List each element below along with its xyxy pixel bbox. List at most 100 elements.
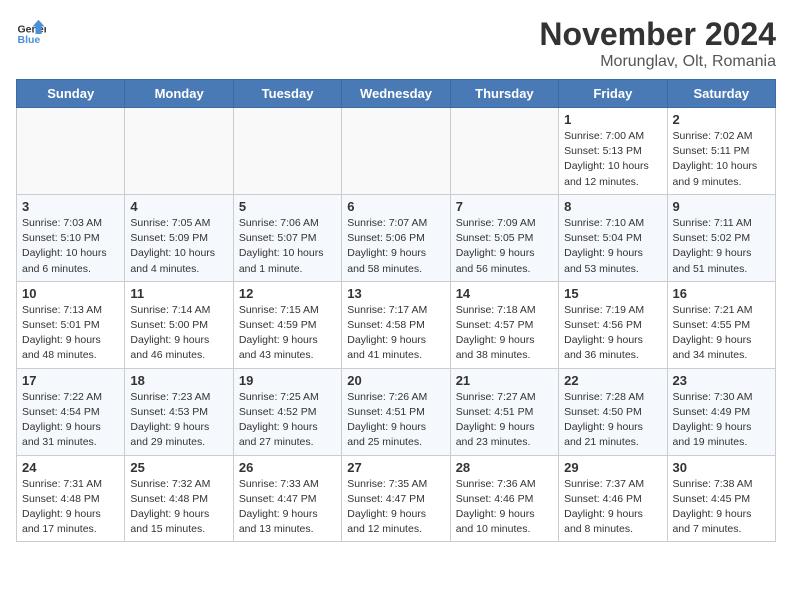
calendar-day-cell: 7 Sunrise: 7:09 AM Sunset: 5:05 PM Daylig…: [450, 194, 558, 281]
day-info: Sunrise: 7:07 AM Sunset: 5:06 PM Dayligh…: [347, 216, 444, 277]
day-info: Sunrise: 7:23 AM Sunset: 4:53 PM Dayligh…: [130, 390, 227, 451]
calendar-day-cell: 20 Sunrise: 7:26 AM Sunset: 4:51 PM Dayli…: [342, 368, 450, 455]
day-info: Sunrise: 7:11 AM Sunset: 5:02 PM Dayligh…: [673, 216, 770, 277]
day-info: Sunrise: 7:35 AM Sunset: 4:47 PM Dayligh…: [347, 477, 444, 538]
day-info: Sunrise: 7:05 AM Sunset: 5:09 PM Dayligh…: [130, 216, 227, 277]
weekday-header-row: SundayMondayTuesdayWednesdayThursdayFrid…: [17, 80, 776, 108]
day-info: Sunrise: 7:38 AM Sunset: 4:45 PM Dayligh…: [673, 477, 770, 538]
day-number: 15: [564, 286, 661, 301]
day-info: Sunrise: 7:31 AM Sunset: 4:48 PM Dayligh…: [22, 477, 119, 538]
calendar-day-cell: 17 Sunrise: 7:22 AM Sunset: 4:54 PM Dayli…: [17, 368, 125, 455]
day-info: Sunrise: 7:06 AM Sunset: 5:07 PM Dayligh…: [239, 216, 336, 277]
calendar-day-cell: 22 Sunrise: 7:28 AM Sunset: 4:50 PM Dayli…: [559, 368, 667, 455]
weekday-header: Sunday: [17, 80, 125, 108]
calendar-day-cell: 1Sunrise: 7:00 AM Sunset: 5:13 PM Daylig…: [559, 108, 667, 195]
day-info: Sunrise: 7:02 AM Sunset: 5:11 PM Dayligh…: [673, 129, 770, 190]
calendar-week-row: 3 Sunrise: 7:03 AM Sunset: 5:10 PM Daylig…: [17, 194, 776, 281]
day-info: Sunrise: 7:30 AM Sunset: 4:49 PM Dayligh…: [673, 390, 770, 451]
calendar-day-cell: 28 Sunrise: 7:36 AM Sunset: 4:46 PM Dayli…: [450, 455, 558, 542]
day-info: Sunrise: 7:15 AM Sunset: 4:59 PM Dayligh…: [239, 303, 336, 364]
day-number: 12: [239, 286, 336, 301]
calendar-week-row: 24 Sunrise: 7:31 AM Sunset: 4:48 PM Dayli…: [17, 455, 776, 542]
day-info: Sunrise: 7:19 AM Sunset: 4:56 PM Dayligh…: [564, 303, 661, 364]
calendar-day-cell: 12 Sunrise: 7:15 AM Sunset: 4:59 PM Dayli…: [233, 281, 341, 368]
weekday-header: Tuesday: [233, 80, 341, 108]
day-number: 30: [673, 460, 770, 475]
weekday-header: Wednesday: [342, 80, 450, 108]
day-info: Sunrise: 7:28 AM Sunset: 4:50 PM Dayligh…: [564, 390, 661, 451]
day-number: 9: [673, 199, 770, 214]
calendar-day-cell: [125, 108, 233, 195]
day-number: 24: [22, 460, 119, 475]
day-info: Sunrise: 7:17 AM Sunset: 4:58 PM Dayligh…: [347, 303, 444, 364]
calendar-day-cell: [342, 108, 450, 195]
day-info: Sunrise: 7:36 AM Sunset: 4:46 PM Dayligh…: [456, 477, 553, 538]
day-number: 6: [347, 199, 444, 214]
calendar-week-row: 1Sunrise: 7:00 AM Sunset: 5:13 PM Daylig…: [17, 108, 776, 195]
day-info: Sunrise: 7:32 AM Sunset: 4:48 PM Dayligh…: [130, 477, 227, 538]
day-number: 3: [22, 199, 119, 214]
calendar-day-cell: 18 Sunrise: 7:23 AM Sunset: 4:53 PM Dayli…: [125, 368, 233, 455]
calendar-day-cell: 10Sunrise: 7:13 AM Sunset: 5:01 PM Dayli…: [17, 281, 125, 368]
calendar-day-cell: 5Sunrise: 7:06 AM Sunset: 5:07 PM Daylig…: [233, 194, 341, 281]
calendar-day-cell: 8 Sunrise: 7:10 AM Sunset: 5:04 PM Daylig…: [559, 194, 667, 281]
day-number: 10: [22, 286, 119, 301]
calendar-day-cell: 30 Sunrise: 7:38 AM Sunset: 4:45 PM Dayli…: [667, 455, 775, 542]
weekday-header: Monday: [125, 80, 233, 108]
day-number: 11: [130, 286, 227, 301]
calendar-day-cell: 13Sunrise: 7:17 AM Sunset: 4:58 PM Dayli…: [342, 281, 450, 368]
calendar-day-cell: 9 Sunrise: 7:11 AM Sunset: 5:02 PM Daylig…: [667, 194, 775, 281]
day-number: 21: [456, 373, 553, 388]
calendar-day-cell: [233, 108, 341, 195]
day-info: Sunrise: 7:10 AM Sunset: 5:04 PM Dayligh…: [564, 216, 661, 277]
day-number: 25: [130, 460, 227, 475]
day-number: 27: [347, 460, 444, 475]
day-info: Sunrise: 7:21 AM Sunset: 4:55 PM Dayligh…: [673, 303, 770, 364]
day-number: 17: [22, 373, 119, 388]
day-info: Sunrise: 7:09 AM Sunset: 5:05 PM Dayligh…: [456, 216, 553, 277]
calendar-day-cell: 29 Sunrise: 7:37 AM Sunset: 4:46 PM Dayli…: [559, 455, 667, 542]
title-area: November 2024 Morunglav, Olt, Romania: [539, 16, 776, 71]
svg-text:Blue: Blue: [18, 34, 41, 46]
calendar-day-cell: [17, 108, 125, 195]
calendar-day-cell: 2Sunrise: 7:02 AM Sunset: 5:11 PM Daylig…: [667, 108, 775, 195]
weekday-header: Thursday: [450, 80, 558, 108]
day-number: 1: [564, 112, 661, 127]
day-info: Sunrise: 7:03 AM Sunset: 5:10 PM Dayligh…: [22, 216, 119, 277]
weekday-header: Saturday: [667, 80, 775, 108]
weekday-header: Friday: [559, 80, 667, 108]
calendar-day-cell: 11Sunrise: 7:14 AM Sunset: 5:00 PM Dayli…: [125, 281, 233, 368]
calendar-day-cell: 24 Sunrise: 7:31 AM Sunset: 4:48 PM Dayli…: [17, 455, 125, 542]
day-info: Sunrise: 7:27 AM Sunset: 4:51 PM Dayligh…: [456, 390, 553, 451]
day-info: Sunrise: 7:37 AM Sunset: 4:46 PM Dayligh…: [564, 477, 661, 538]
calendar-day-cell: 15 Sunrise: 7:19 AM Sunset: 4:56 PM Dayli…: [559, 281, 667, 368]
day-info: Sunrise: 7:26 AM Sunset: 4:51 PM Dayligh…: [347, 390, 444, 451]
month-title: November 2024: [539, 16, 776, 53]
day-number: 8: [564, 199, 661, 214]
calendar-day-cell: 23Sunrise: 7:30 AM Sunset: 4:49 PM Dayli…: [667, 368, 775, 455]
calendar-week-row: 10Sunrise: 7:13 AM Sunset: 5:01 PM Dayli…: [17, 281, 776, 368]
calendar-day-cell: 25 Sunrise: 7:32 AM Sunset: 4:48 PM Dayli…: [125, 455, 233, 542]
day-number: 7: [456, 199, 553, 214]
day-number: 20: [347, 373, 444, 388]
day-info: Sunrise: 7:25 AM Sunset: 4:52 PM Dayligh…: [239, 390, 336, 451]
calendar-day-cell: 26 Sunrise: 7:33 AM Sunset: 4:47 PM Dayli…: [233, 455, 341, 542]
logo: General Blue: [16, 16, 46, 46]
day-number: 18: [130, 373, 227, 388]
calendar-day-cell: 3 Sunrise: 7:03 AM Sunset: 5:10 PM Daylig…: [17, 194, 125, 281]
day-number: 29: [564, 460, 661, 475]
day-number: 28: [456, 460, 553, 475]
logo-icon: General Blue: [16, 16, 46, 46]
day-number: 19: [239, 373, 336, 388]
location-subtitle: Morunglav, Olt, Romania: [539, 53, 776, 71]
day-number: 26: [239, 460, 336, 475]
calendar-day-cell: [450, 108, 558, 195]
day-info: Sunrise: 7:33 AM Sunset: 4:47 PM Dayligh…: [239, 477, 336, 538]
day-info: Sunrise: 7:22 AM Sunset: 4:54 PM Dayligh…: [22, 390, 119, 451]
calendar-week-row: 17 Sunrise: 7:22 AM Sunset: 4:54 PM Dayli…: [17, 368, 776, 455]
day-number: 22: [564, 373, 661, 388]
calendar-day-cell: 16 Sunrise: 7:21 AM Sunset: 4:55 PM Dayli…: [667, 281, 775, 368]
calendar-day-cell: 6 Sunrise: 7:07 AM Sunset: 5:06 PM Daylig…: [342, 194, 450, 281]
day-number: 16: [673, 286, 770, 301]
page-header: General Blue November 2024 Morunglav, Ol…: [16, 16, 776, 71]
